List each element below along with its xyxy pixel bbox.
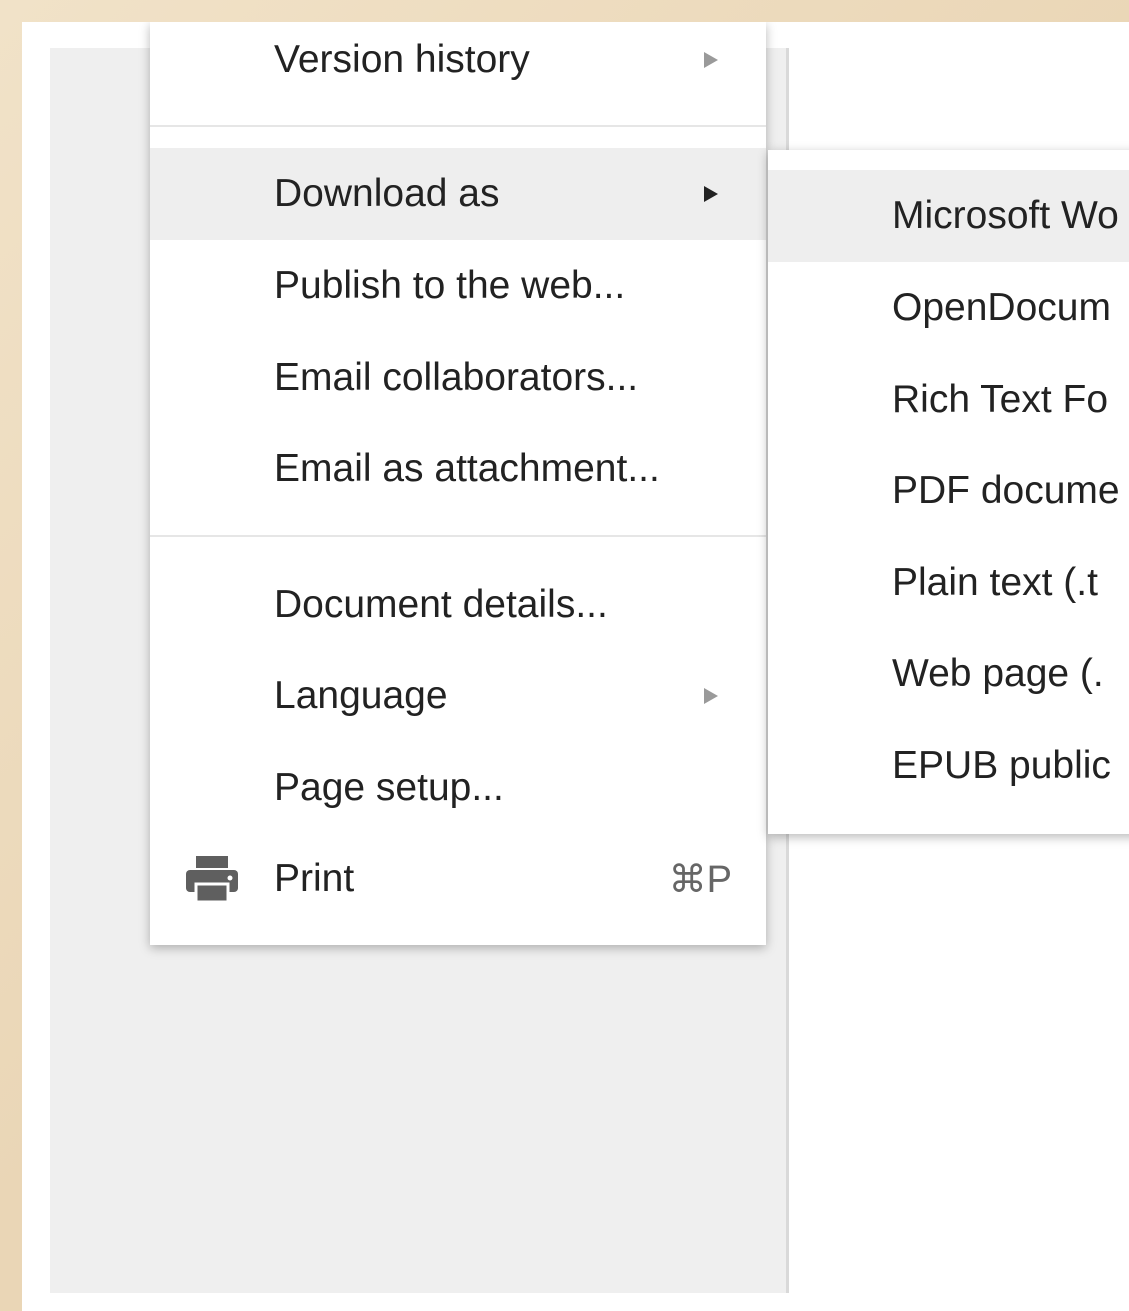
menu-item-label: Document details... (274, 583, 608, 626)
submenu-item-label: EPUB public (892, 744, 1111, 787)
printer-icon (186, 856, 238, 904)
file-menu: Version history Download as Publish to t… (150, 22, 766, 945)
menu-item-document-details[interactable]: Document details... (150, 559, 766, 651)
menu-item-label: Email as attachment... (274, 447, 660, 490)
screen: Version history Download as Publish to t… (22, 22, 1129, 1311)
menu-item-language[interactable]: Language (150, 650, 766, 742)
menu-item-version-history[interactable]: Version history (150, 22, 766, 106)
download-as-submenu: Microsoft Wo OpenDocum Rich Text Fo PDF … (768, 150, 1129, 834)
submenu-item-plain-text[interactable]: Plain text (.t (768, 537, 1129, 629)
submenu-item-label: Microsoft Wo (892, 194, 1119, 237)
menu-separator (150, 125, 766, 127)
shortcut-label: ⌘P (668, 858, 732, 901)
menu-item-label: Print (274, 857, 355, 900)
submenu-item-label: Rich Text Fo (892, 378, 1109, 421)
submenu-item-epub[interactable]: EPUB public (768, 720, 1129, 812)
submenu-item-label: OpenDocum (892, 286, 1111, 329)
submenu-item-pdf[interactable]: PDF docume (768, 445, 1129, 537)
menu-item-label: Download as (274, 172, 500, 215)
menu-separator (150, 535, 766, 537)
menu-item-label: Language (274, 674, 448, 717)
menu-item-page-setup[interactable]: Page setup... (150, 742, 766, 834)
menu-item-email-collaborators[interactable]: Email collaborators... (150, 332, 766, 424)
menu-item-label: Page setup... (274, 766, 504, 809)
submenu-arrow-icon (704, 186, 718, 202)
menu-item-label: Publish to the web... (274, 264, 626, 307)
menu-item-download-as[interactable]: Download as (150, 148, 766, 240)
submenu-item-label: Plain text (.t (892, 561, 1098, 604)
submenu-item-label: Web page (. (892, 652, 1104, 695)
submenu-arrow-icon (704, 52, 718, 68)
menu-item-print[interactable]: Print ⌘P (150, 833, 766, 925)
menu-item-email-as-attachment[interactable]: Email as attachment... (150, 423, 766, 515)
submenu-item-microsoft-word[interactable]: Microsoft Wo (768, 170, 1129, 262)
menu-item-publish-to-web[interactable]: Publish to the web... (150, 240, 766, 332)
menu-item-label: Version history (274, 38, 530, 81)
submenu-item-opendocument[interactable]: OpenDocum (768, 262, 1129, 354)
submenu-item-label: PDF docume (892, 469, 1120, 512)
menu-item-label: Email collaborators... (274, 356, 639, 399)
submenu-arrow-icon (704, 688, 718, 704)
submenu-item-rich-text[interactable]: Rich Text Fo (768, 354, 1129, 446)
submenu-item-web-page[interactable]: Web page (. (768, 628, 1129, 720)
